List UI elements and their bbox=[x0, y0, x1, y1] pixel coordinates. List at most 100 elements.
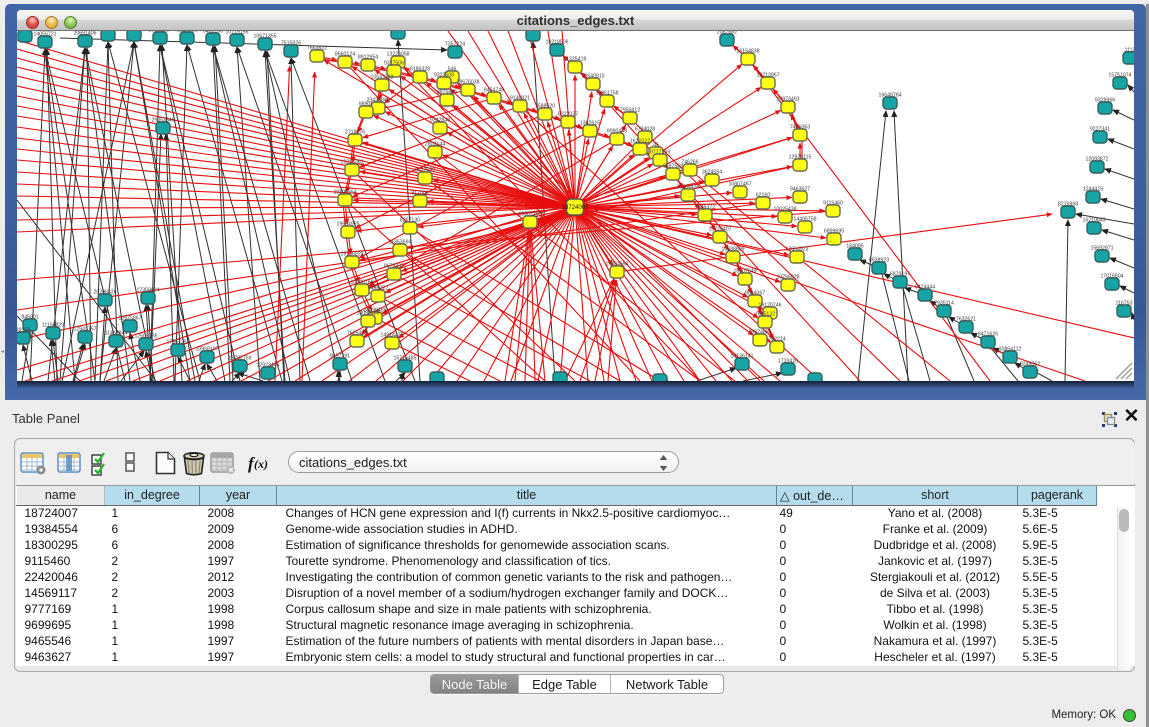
svg-text:8186328: 8186328 bbox=[410, 67, 430, 73]
svg-text:19218506: 19218506 bbox=[545, 40, 568, 46]
svg-text:8660124: 8660124 bbox=[335, 52, 355, 58]
svg-text:7357224: 7357224 bbox=[445, 42, 465, 48]
svg-text:16120746: 16120746 bbox=[758, 303, 781, 309]
svg-text:16640910: 16640910 bbox=[581, 74, 604, 80]
svg-text:1244415: 1244415 bbox=[1083, 187, 1103, 193]
svg-text:9327508: 9327508 bbox=[434, 73, 454, 79]
svg-text:12975115: 12975115 bbox=[789, 155, 812, 161]
svg-text:8322037: 8322037 bbox=[558, 112, 578, 118]
svg-text:10958107: 10958107 bbox=[195, 347, 218, 353]
svg-text:15692971: 15692971 bbox=[1090, 246, 1113, 252]
svg-text:15751074: 15751074 bbox=[1108, 73, 1131, 79]
svg-text:8427552: 8427552 bbox=[415, 168, 435, 174]
svg-text:1362615: 1362615 bbox=[580, 121, 600, 127]
svg-text:817006: 817006 bbox=[411, 191, 428, 197]
svg-text:164095: 164095 bbox=[846, 244, 863, 250]
svg-text:5498222: 5498222 bbox=[368, 286, 388, 292]
svg-text:20364436: 20364436 bbox=[676, 185, 699, 191]
svg-text:20691406: 20691406 bbox=[73, 31, 96, 37]
svg-text:8912954: 8912954 bbox=[358, 55, 378, 61]
svg-text:10756928: 10756928 bbox=[776, 275, 799, 281]
svg-text:14136141: 14136141 bbox=[730, 354, 753, 360]
svg-text:6794028: 6794028 bbox=[635, 127, 655, 133]
svg-text:15716485: 15716485 bbox=[393, 356, 416, 362]
svg-text:19166829: 19166829 bbox=[340, 252, 363, 258]
svg-text:19384554: 19384554 bbox=[605, 262, 628, 268]
svg-text:10107554: 10107554 bbox=[333, 190, 356, 196]
svg-text:252214: 252214 bbox=[768, 337, 785, 343]
svg-text:8267130: 8267130 bbox=[400, 218, 420, 224]
svg-text:7632621: 7632621 bbox=[956, 317, 976, 323]
svg-text:17957253: 17957253 bbox=[166, 340, 189, 346]
svg-text:17359924: 17359924 bbox=[136, 288, 159, 294]
svg-text:8678332: 8678332 bbox=[384, 264, 404, 270]
svg-text:1733426: 1733426 bbox=[778, 359, 798, 365]
svg-text:6899695: 6899695 bbox=[824, 229, 844, 235]
svg-text:29053346: 29053346 bbox=[151, 118, 174, 124]
svg-text:19654925: 19654925 bbox=[336, 222, 359, 228]
svg-text:10973493: 10973493 bbox=[776, 97, 799, 103]
svg-text:6466160: 6466160 bbox=[203, 31, 223, 35]
svg-text:98901: 98901 bbox=[359, 102, 374, 108]
svg-text:9474444: 9474444 bbox=[915, 285, 935, 291]
svg-text:18307249: 18307249 bbox=[733, 269, 756, 275]
svg-text:3624554: 3624554 bbox=[702, 170, 722, 176]
svg-text:8990443: 8990443 bbox=[607, 129, 627, 135]
svg-text:2087682: 2087682 bbox=[717, 31, 737, 36]
svg-text:1621022: 1621022 bbox=[630, 139, 650, 145]
svg-text:116753: 116753 bbox=[1116, 301, 1133, 307]
svg-text:19524851: 19524851 bbox=[748, 330, 771, 336]
svg-text:8471626: 8471626 bbox=[978, 332, 998, 338]
svg-text:14914479: 14914479 bbox=[380, 333, 403, 339]
svg-text:8215958: 8215958 bbox=[1058, 202, 1078, 208]
svg-text:7386372: 7386372 bbox=[695, 205, 715, 211]
svg-text:15720407: 15720407 bbox=[708, 227, 731, 233]
svg-text:845001: 845001 bbox=[21, 315, 38, 321]
svg-text:11325419: 11325419 bbox=[564, 57, 587, 63]
svg-text:746266: 746266 bbox=[681, 160, 698, 166]
svg-text:9329966: 9329966 bbox=[1095, 98, 1115, 104]
svg-text:1615132: 1615132 bbox=[755, 312, 775, 318]
svg-text:28676038: 28676038 bbox=[456, 80, 479, 86]
svg-text:9242848: 9242848 bbox=[430, 118, 450, 124]
svg-text:1112: 1112 bbox=[1125, 48, 1134, 54]
svg-text:9146821: 9146821 bbox=[510, 96, 530, 102]
svg-text:16154838: 16154838 bbox=[736, 49, 759, 55]
svg-text:39159: 39159 bbox=[17, 328, 30, 334]
svg-text:7485063: 7485063 bbox=[790, 125, 810, 131]
svg-text:10543382: 10543382 bbox=[370, 75, 393, 81]
svg-text:(x): (x) bbox=[254, 457, 268, 471]
svg-text:2935114: 2935114 bbox=[934, 301, 954, 307]
svg-text:2803144: 2803144 bbox=[425, 142, 445, 148]
svg-text:10961758: 10961758 bbox=[595, 91, 618, 97]
svg-text:14055721: 14055721 bbox=[33, 32, 56, 38]
svg-text:10854112: 10854112 bbox=[999, 347, 1022, 353]
svg-text:1588520: 1588520 bbox=[535, 104, 555, 110]
svg-text:10975867: 10975867 bbox=[118, 316, 141, 322]
svg-text:10719155: 10719155 bbox=[225, 31, 248, 36]
svg-text:9463627: 9463627 bbox=[790, 187, 810, 193]
svg-text:9327506: 9327506 bbox=[384, 61, 404, 67]
svg-text:15302293: 15302293 bbox=[518, 212, 541, 218]
svg-text:3875685: 3875685 bbox=[437, 90, 457, 96]
svg-text:11156829: 11156829 bbox=[42, 323, 64, 329]
svg-text:20206526: 20206526 bbox=[93, 290, 116, 296]
svg-text:18724007: 18724007 bbox=[562, 205, 589, 211]
svg-text:9777169: 9777169 bbox=[650, 150, 670, 156]
svg-text:13226058: 13226058 bbox=[386, 52, 409, 58]
svg-text:7663822: 7663822 bbox=[307, 46, 327, 52]
svg-text:13654923: 13654923 bbox=[785, 247, 808, 253]
svg-text:10671355: 10671355 bbox=[253, 34, 276, 40]
svg-text:14099489: 14099489 bbox=[356, 311, 379, 317]
svg-text:9457791: 9457791 bbox=[330, 354, 350, 360]
svg-text:10807467: 10807467 bbox=[728, 182, 751, 188]
svg-text:12213967: 12213967 bbox=[756, 73, 779, 79]
svg-text:12093872: 12093872 bbox=[1085, 157, 1108, 163]
svg-text:17016504: 17016504 bbox=[1100, 274, 1123, 280]
svg-text:14495758: 14495758 bbox=[793, 217, 816, 223]
svg-text:12923446: 12923446 bbox=[256, 363, 279, 369]
svg-text:2718176: 2718176 bbox=[345, 130, 365, 136]
svg-text:9084067: 9084067 bbox=[745, 291, 765, 297]
svg-text:62160: 62160 bbox=[756, 193, 771, 199]
svg-text:9115460: 9115460 bbox=[823, 201, 843, 207]
